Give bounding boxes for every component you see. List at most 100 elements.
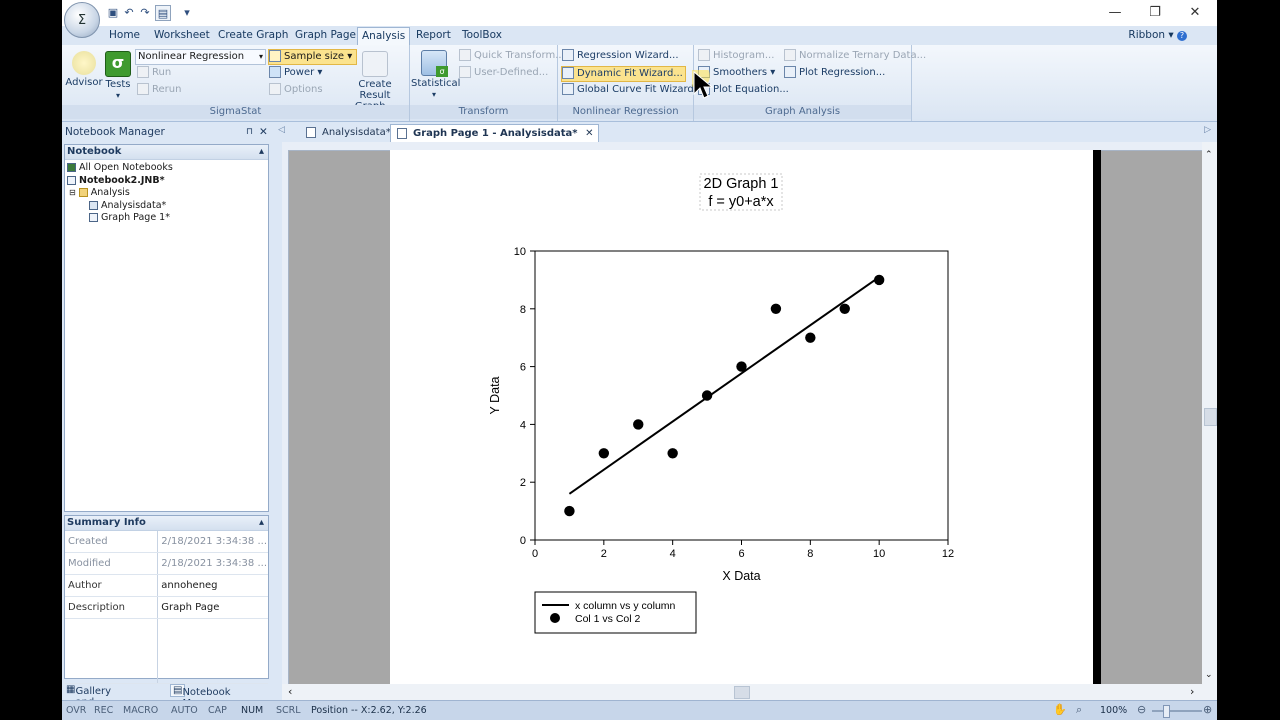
quick-transform-button[interactable]: Quick Transform... <box>459 49 565 63</box>
undo-icon[interactable]: ↶ <box>122 5 136 19</box>
notebook-tree: All Open Notebooks Notebook2.JNB* ⊟ Anal… <box>65 160 268 225</box>
customize-qat-icon[interactable]: ▾ <box>180 5 194 19</box>
advisor-button[interactable]: Advisor <box>65 51 103 88</box>
title-bar: ▣ ↶ ↷ ▤ ▾ — ❐ ✕ <box>62 0 1217 26</box>
tab-home[interactable]: Home <box>105 27 144 44</box>
pan-hand-icon[interactable]: ✋ <box>1053 703 1067 716</box>
scroll-left-icon[interactable]: ‹ <box>288 685 292 698</box>
zoom-slider-thumb[interactable] <box>1163 705 1170 718</box>
normalize-ternary-button[interactable]: Normalize Ternary Data... <box>784 49 926 63</box>
user-defined-button[interactable]: User-Defined... <box>459 66 548 80</box>
tree-item-notebook2[interactable]: Notebook2.JNB* <box>65 175 268 188</box>
close-tab-icon[interactable]: ✕ <box>585 125 593 142</box>
statistical-button[interactable]: σ Statistical ▾ <box>411 50 460 100</box>
tree-item-analysisdata[interactable]: Analysisdata* <box>65 200 268 213</box>
scroll-tabs-left-icon[interactable]: ◁ <box>278 125 285 135</box>
sigmaplot-window: ▣ ↶ ↷ ▤ ▾ — ❐ ✕ Σ Home Worksheet Create … <box>62 0 1217 720</box>
doc-tab-analysisdata[interactable]: Analysisdata* <box>300 124 397 141</box>
x-tick-label: 8 <box>807 548 813 560</box>
tab-analysis[interactable]: Analysis <box>357 27 411 46</box>
scroll-up-icon[interactable]: ⌃ <box>1205 150 1213 160</box>
y-tick-label: 10 <box>514 246 526 258</box>
summary-row-modified: Modified 2/18/2021 3:34:38 ... <box>65 552 268 575</box>
data-point <box>805 332 816 343</box>
tests-button[interactable]: σ Tests ▾ <box>102 51 134 101</box>
tree-item-graph-page[interactable]: Graph Page 1* <box>65 212 268 225</box>
create-result-graph-button[interactable]: Create ResultGraph... <box>342 51 408 112</box>
dynamic-fit-wizard-button[interactable]: Dynamic Fit Wizard... <box>561 66 686 82</box>
restore-button[interactable]: ❐ <box>1137 2 1173 22</box>
scroll-right-icon[interactable]: › <box>1190 685 1194 698</box>
tab-notebook-manager[interactable]: ▤ Notebook Manager <box>170 684 231 709</box>
regression-wizard-button[interactable]: Regression Wizard... <box>562 49 679 63</box>
y-tick-label: 6 <box>520 362 526 374</box>
status-auto: AUTO <box>171 705 198 716</box>
zoom-slider[interactable] <box>1152 710 1202 712</box>
tab-worksheet[interactable]: Worksheet <box>150 27 214 44</box>
minimize-button[interactable]: — <box>1097 2 1133 22</box>
scroll-tabs-right-icon[interactable]: ▷ <box>1204 125 1211 135</box>
data-point <box>564 505 575 517</box>
horizontal-scroll-thumb[interactable] <box>734 686 750 699</box>
status-rec: REC <box>94 705 114 716</box>
tree-item-analysis[interactable]: ⊟ Analysis <box>65 187 268 200</box>
plot-regression-button[interactable]: Plot Regression... <box>784 66 885 80</box>
histogram-button[interactable]: Histogram... <box>698 49 774 63</box>
y-tick-label: 2 <box>520 477 526 489</box>
zoom-out-icon[interactable]: ⊖ <box>1137 703 1146 716</box>
zoom-icon[interactable]: ⌕ <box>1076 703 1082 717</box>
legend-point-swatch <box>550 613 560 623</box>
tab-gallery-templates[interactable]: ▦ Gallery and Templ... <box>66 684 114 719</box>
summary-info-header: Summary Info ▴ <box>65 516 268 531</box>
zoom-level: 100% <box>1100 705 1128 716</box>
group-transform: σ Statistical ▾ Quick Transform... User-D… <box>410 45 565 121</box>
vertical-scrollbar[interactable]: ⌃ ⌄ <box>1202 142 1217 684</box>
group-label-transform: Transform <box>410 105 557 119</box>
tab-graph-page[interactable]: Graph Page <box>291 27 360 44</box>
ribbon-toggle[interactable]: Ribbon ▾ ? <box>1128 27 1187 44</box>
scroll-down-icon[interactable]: ⌄ <box>1205 670 1213 680</box>
group-label-nonlinear: Nonlinear Regression <box>558 105 693 119</box>
help-icon[interactable]: ? <box>1177 31 1187 41</box>
options-button[interactable]: Options <box>269 83 323 97</box>
rerun-button[interactable]: Rerun <box>137 83 181 97</box>
vertical-scroll-thumb[interactable] <box>1204 408 1217 426</box>
application-orb-button[interactable]: Σ <box>64 2 100 38</box>
notebook-tree-panel: Notebook ▴ All Open Notebooks Notebook2.J… <box>64 144 269 512</box>
test-select-dropdown[interactable]: Nonlinear Regression ▾ <box>135 49 266 65</box>
global-curve-fit-button[interactable]: Global Curve Fit Wizard... <box>562 83 703 97</box>
summary-row-created: Created 2/18/2021 3:34:38 ... <box>65 531 268 553</box>
status-ovr: OVR <box>66 705 87 716</box>
close-button[interactable]: ✕ <box>1177 2 1213 22</box>
left-letterbox <box>0 0 62 720</box>
redo-icon[interactable]: ↷ <box>138 5 152 19</box>
tab-create-graph[interactable]: Create Graph <box>214 27 292 44</box>
zoom-in-icon[interactable]: ⊕ <box>1203 703 1212 716</box>
pin-icon[interactable]: ⊓ <box>246 122 253 142</box>
print-icon[interactable]: ▤ <box>155 5 171 21</box>
group-sigmastat: Advisor σ Tests ▾ Nonlinear Regression ▾ … <box>62 45 410 121</box>
data-point <box>667 448 678 459</box>
tree-item-all-notebooks[interactable]: All Open Notebooks <box>65 162 268 175</box>
y-tick-label: 8 <box>520 304 526 316</box>
group-graph-analysis: Histogram... Smoothers ▾ Plot Equation..… <box>694 45 926 121</box>
cursor-icon <box>692 70 714 99</box>
left-ruler <box>282 150 289 684</box>
save-icon[interactable]: ▣ <box>106 5 120 19</box>
graph-page[interactable]: 2D Graph 1 f = y0+a*x 0 2 4 6 8 10 12 0 2 4 6 8 10 X … <box>390 150 1093 684</box>
horizontal-scrollbar[interactable]: ‹ › <box>282 684 1217 700</box>
data-point <box>770 303 782 314</box>
status-bar: OVR REC MACRO AUTO CAP NUM SCRL Position… <box>62 700 1217 720</box>
sigma-icon: Σ <box>77 12 87 28</box>
group-nonlinear-regression: Regression Wizard... Dynamic Fit Wizard.… <box>558 45 703 121</box>
close-panel-icon[interactable]: ✕ <box>259 122 268 142</box>
x-tick-label: 12 <box>942 548 954 560</box>
tab-report[interactable]: Report <box>412 27 455 44</box>
power-button[interactable]: Power ▾ <box>269 66 322 80</box>
doc-tab-graph-page[interactable]: Graph Page 1 - Analysisdata* ✕ <box>390 124 599 142</box>
data-point <box>839 303 850 314</box>
status-scrl: SCRL <box>276 705 301 716</box>
y-tick-label: 0 <box>520 535 526 547</box>
tab-toolbox[interactable]: ToolBox <box>458 27 506 44</box>
run-button[interactable]: Run <box>137 66 171 80</box>
